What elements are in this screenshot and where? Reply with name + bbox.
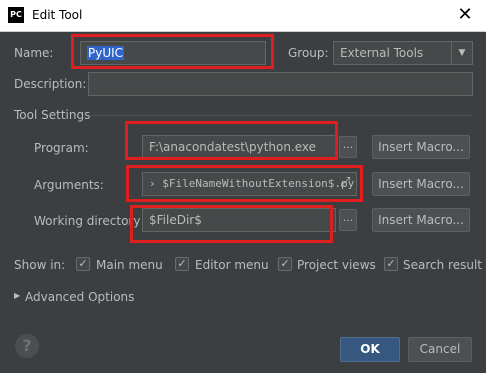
group-label: Group:	[288, 46, 329, 60]
pycharm-logo-icon: PC	[8, 7, 24, 23]
working-directory-label: Working directory	[34, 214, 141, 228]
group-dropdown[interactable]: External Tools ▼	[333, 41, 473, 65]
chevron-down-icon: ▼	[451, 42, 472, 64]
dialog-title: Edit Tool	[32, 8, 83, 22]
main-menu-checkbox[interactable]: ✓	[76, 257, 90, 271]
name-value: PyUIC	[87, 46, 125, 60]
program-label: Program:	[34, 141, 89, 155]
working-directory-browse-button[interactable]: ...	[339, 209, 357, 231]
expand-icon[interactable]: ⤢	[340, 175, 350, 190]
program-field[interactable]: F:\anacondatest\python.exe	[142, 135, 336, 159]
show-in-label: Show in:	[14, 258, 66, 272]
project-views-checkbox[interactable]: ✓	[278, 257, 292, 271]
search-result-label: Search result	[403, 258, 482, 272]
advanced-options-toggle[interactable]: Advanced Options	[25, 290, 134, 304]
arguments-insert-macro-button[interactable]: Insert Macro...	[372, 172, 470, 196]
title-bar: PC Edit Tool ✕	[0, 0, 486, 32]
project-views-label: Project views	[297, 258, 376, 272]
name-field[interactable]: PyUIC	[80, 41, 266, 65]
help-icon[interactable]: ?	[15, 334, 39, 358]
editor-menu-label: Editor menu	[195, 258, 269, 272]
name-label: Name:	[14, 46, 54, 60]
editor-menu-checkbox[interactable]: ✓	[175, 257, 189, 271]
main-menu-label: Main menu	[96, 258, 163, 272]
arguments-value: › $FileNameWithoutExtension$.py	[149, 177, 355, 190]
close-icon[interactable]: ✕	[452, 3, 478, 27]
description-field[interactable]	[88, 72, 473, 96]
search-result-checkbox[interactable]: ✓	[384, 257, 398, 271]
arguments-label: Arguments:	[34, 178, 104, 192]
arguments-field[interactable]: › $FileNameWithoutExtension$.py	[142, 172, 357, 196]
working-directory-field[interactable]: $FileDir$	[142, 208, 336, 232]
section-divider	[90, 115, 473, 116]
working-directory-insert-macro-button[interactable]: Insert Macro...	[372, 208, 470, 232]
tool-settings-heading: Tool Settings	[14, 108, 91, 122]
program-insert-macro-button[interactable]: Insert Macro...	[372, 135, 470, 159]
triangle-right-icon[interactable]: ▶	[14, 291, 20, 300]
program-browse-button[interactable]: ...	[339, 136, 357, 158]
group-value: External Tools	[340, 46, 424, 60]
cancel-button[interactable]: Cancel	[408, 337, 472, 362]
ok-button[interactable]: OK	[340, 337, 400, 362]
description-label: Description:	[14, 77, 87, 91]
